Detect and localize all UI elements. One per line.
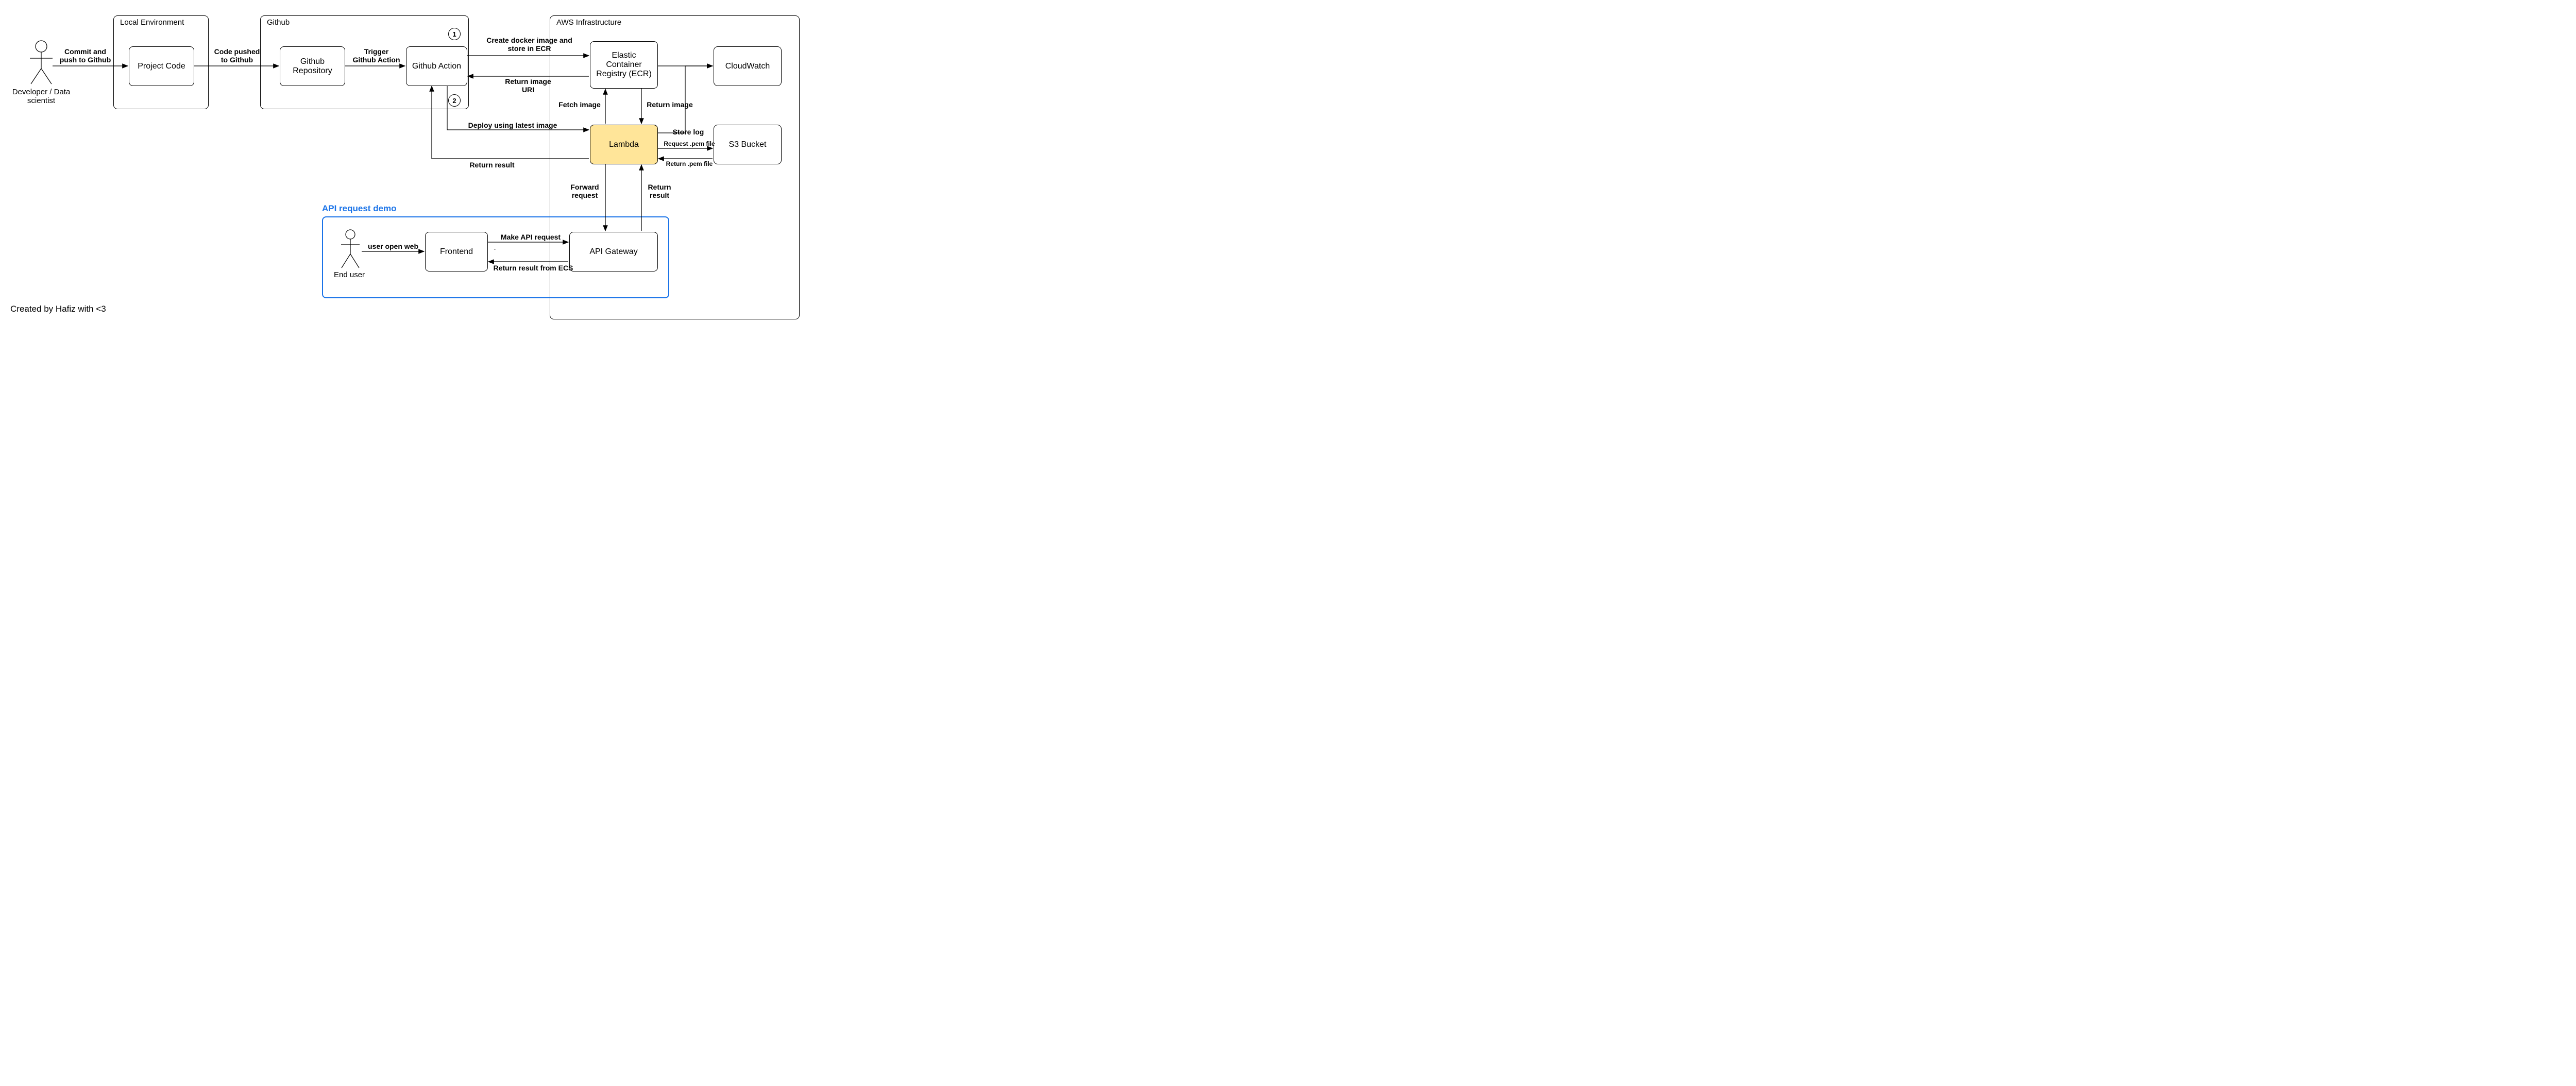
edge-make-api: Make API request — [495, 233, 567, 241]
edge-fetch-img: Fetch image — [556, 100, 603, 109]
edge-return-uri: Return image URI — [497, 77, 559, 94]
edge-user-open: user open web — [365, 242, 421, 250]
edge-trigger: Trigger Github Action — [349, 47, 403, 64]
edge-return-img: Return image — [644, 100, 696, 109]
edge-code-pushed: Code pushed to Github — [211, 47, 263, 64]
credit-line: Created by Hafiz with <3 — [10, 304, 106, 314]
edge-fwd-req: Forward request — [564, 183, 605, 199]
edge-ret-pem: Return .pem file — [658, 160, 720, 167]
edge-return-result-ga: Return result — [461, 161, 523, 169]
edge-commit: Commit and push to Github — [58, 47, 112, 64]
edge-req-pem: Request .pem file — [658, 140, 720, 147]
edge-deploy: Deploy using latest image — [461, 121, 564, 129]
edge-store-log: Store log — [668, 128, 709, 136]
edge-ret-ecs: Return result from ECS — [489, 264, 577, 272]
edge-ret-result: Return result — [644, 183, 675, 199]
edge-create-img: Create docker image and store in ECR — [479, 36, 580, 53]
diagram-canvas: Developer / Data scientist Local Environ… — [0, 0, 802, 330]
